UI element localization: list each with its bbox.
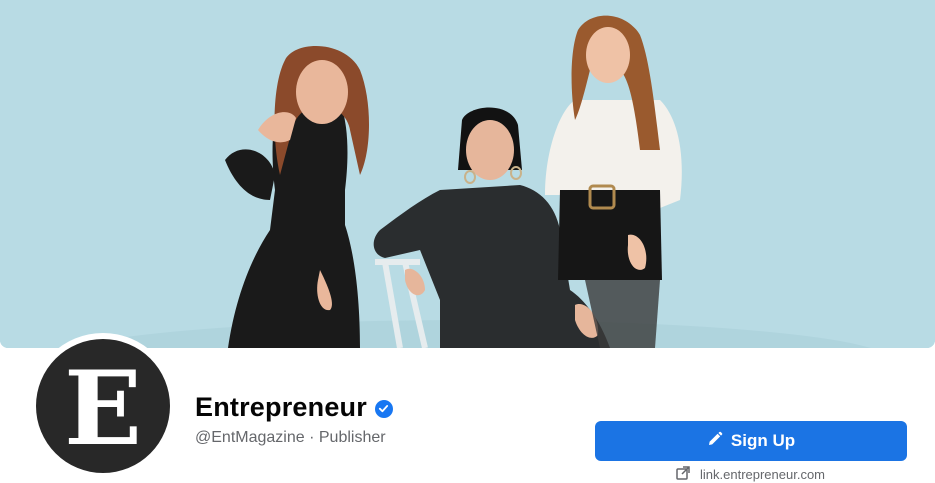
page-handle: @EntMagazine	[195, 429, 305, 446]
cover-photo[interactable]	[0, 0, 935, 348]
website-link[interactable]: link.entrepreneur.com	[676, 466, 825, 483]
sign-up-label: Sign Up	[730, 431, 796, 450]
page-category: Publisher	[318, 429, 386, 446]
website-link-text[interactable]: link.entrepreneur.com	[700, 467, 825, 482]
avatar[interactable]: E	[36, 339, 170, 473]
page-subtitle: @EntMagazine · Publisher	[195, 429, 386, 447]
subtitle-separator: ·	[309, 429, 315, 446]
external-link-icon	[676, 466, 690, 483]
verified-badge-icon	[374, 399, 393, 418]
page-title[interactable]: Entrepreneur	[195, 392, 367, 423]
cover-illustration	[0, 0, 935, 348]
page-title-row: Entrepreneur	[195, 392, 393, 423]
sign-up-button[interactable]: Sign Up	[595, 421, 907, 461]
avatar-logo-letter: E	[64, 349, 142, 469]
pencil-icon	[707, 431, 723, 452]
